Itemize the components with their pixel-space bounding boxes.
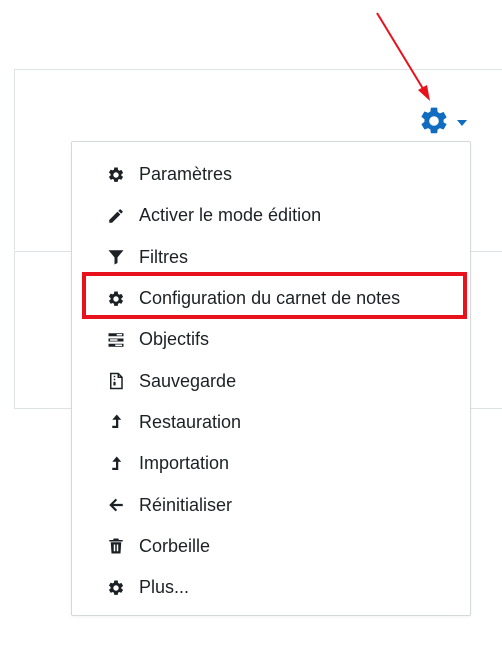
settings-menu-toggle[interactable] (418, 106, 476, 136)
menu-item-label: Réinitialiser (139, 494, 233, 515)
menu-item-4[interactable]: Objectifs (72, 319, 470, 360)
menu-item-10[interactable]: Plus... (72, 567, 470, 608)
menu-item-label: Paramètres (139, 164, 233, 185)
menu-item-7[interactable]: Importation (72, 443, 470, 484)
menu-item-label: Corbeille (139, 535, 211, 556)
menu-item-6[interactable]: Restauration (72, 402, 470, 443)
menu-item-label: Filtres (139, 246, 188, 267)
menu-item-3[interactable]: Configuration du carnet de notes (72, 278, 470, 319)
trash-icon (107, 537, 125, 555)
menu-item-label: Configuration du carnet de notes (139, 288, 401, 309)
gear-icon (421, 107, 447, 134)
menu-item-5[interactable]: Sauvegarde (72, 360, 470, 401)
menu-item-label: Sauvegarde (139, 370, 237, 391)
menu-item-label: Plus... (139, 577, 190, 598)
file-archive-icon (107, 372, 125, 390)
menu-list: Paramètres Activer le mode édition Filtr… (72, 142, 470, 608)
list-icon (107, 331, 125, 349)
menu-item-0[interactable]: Paramètres (72, 154, 470, 195)
caret-down-icon (457, 120, 467, 126)
level-up-icon (107, 455, 125, 473)
gear-icon (107, 166, 125, 184)
menu-item-label: Objectifs (139, 329, 210, 350)
level-up-icon (107, 413, 125, 431)
menu-item-1[interactable]: Activer le mode édition (72, 195, 470, 236)
menu-item-2[interactable]: Filtres (72, 237, 470, 278)
arrow-left-icon (107, 496, 125, 514)
menu-item-8[interactable]: Réinitialiser (72, 484, 470, 525)
menu-item-label: Activer le mode édition (139, 205, 322, 226)
filter-icon (107, 248, 125, 266)
pencil-icon (107, 207, 125, 225)
menu-item-9[interactable]: Corbeille (72, 526, 470, 567)
course-admin-dropdown: Paramètres Activer le mode édition Filtr… (71, 141, 471, 616)
menu-item-label: Importation (139, 453, 230, 474)
gear-icon (107, 579, 125, 597)
menu-item-label: Restauration (139, 411, 242, 432)
gear-icon (107, 290, 125, 308)
